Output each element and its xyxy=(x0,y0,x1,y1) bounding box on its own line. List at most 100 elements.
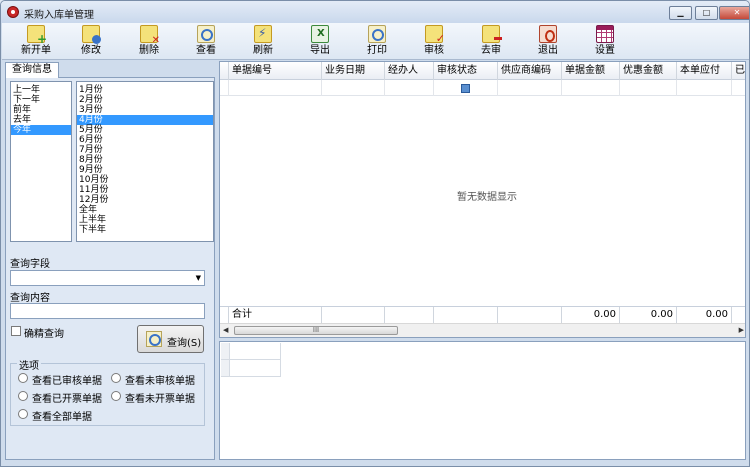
column-header[interactable]: 单据金额 xyxy=(562,62,620,80)
new-order-label: 新开单 xyxy=(21,45,51,56)
minimize-button[interactable]: ▁ xyxy=(669,6,692,20)
excel-export-icon xyxy=(311,25,329,43)
delete-icon xyxy=(140,25,160,46)
column-header[interactable]: 本单应付 xyxy=(677,62,732,80)
edit-button[interactable]: 修改 xyxy=(69,25,113,59)
column-header[interactable]: 业务日期 xyxy=(322,62,385,80)
query-content-input[interactable] xyxy=(10,303,205,319)
month-item[interactable]: 7月份 xyxy=(77,145,213,155)
radio-invoiced[interactable] xyxy=(18,391,28,401)
year-item[interactable]: 去年 xyxy=(11,115,71,125)
month-item[interactable]: 5月份 xyxy=(77,125,213,135)
new-document-icon xyxy=(27,25,47,46)
month-list[interactable]: 1月份 2月份 3月份 4月份 5月份 6月份 7月份 8月份 9月份 10月份… xyxy=(76,81,214,242)
delete-label: 删除 xyxy=(139,45,159,56)
detail-grid[interactable] xyxy=(221,343,281,377)
refresh-icon xyxy=(254,25,272,43)
filter-row[interactable] xyxy=(220,80,745,96)
settings-button[interactable]: 设置 xyxy=(583,25,627,59)
close-button[interactable]: ✕ xyxy=(719,6,749,20)
exact-query-label: 确精查询 xyxy=(24,329,64,340)
title-bar[interactable]: 采购入库单管理 ▁ □ ✕ xyxy=(1,1,749,23)
column-header[interactable]: 优惠金额 xyxy=(620,62,677,80)
audit-label: 审核 xyxy=(424,45,444,56)
month-item[interactable]: 8月份 xyxy=(77,155,213,165)
detail-grid-panel xyxy=(219,341,746,460)
exit-icon xyxy=(539,25,557,43)
column-header[interactable]: 经办人 xyxy=(385,62,434,80)
horizontal-scrollbar[interactable]: ◀ III ▶ xyxy=(220,323,745,337)
total-discount: 0.00 xyxy=(620,307,677,324)
scroll-thumb[interactable]: III xyxy=(234,326,398,335)
tab-query-info[interactable]: 查询信息 xyxy=(5,62,59,78)
month-item[interactable]: 2月份 xyxy=(77,95,213,105)
view-icon xyxy=(197,25,215,43)
exit-button[interactable]: 退出 xyxy=(526,25,570,59)
edit-icon xyxy=(82,25,101,44)
settings-label: 设置 xyxy=(595,45,615,56)
app-logo-icon xyxy=(7,6,19,18)
new-order-button[interactable]: 新开单 xyxy=(14,25,58,59)
scroll-right-icon[interactable]: ▶ xyxy=(739,326,744,334)
query-content-label: 查询内容 xyxy=(10,293,50,304)
radio-uninvoiced[interactable] xyxy=(111,391,121,401)
radio-audited[interactable] xyxy=(18,373,28,383)
year-item-selected[interactable]: 今年 xyxy=(11,125,71,135)
grid-header: 单据编号 业务日期 经办人 审核状态 供应商编码 单据金额 优惠金额 本单应付 … xyxy=(220,62,745,80)
month-item-selected[interactable]: 4月份 xyxy=(77,115,213,125)
month-item[interactable]: 上半年 xyxy=(77,215,213,225)
radio-invoiced-label: 查看已开票单据 xyxy=(32,394,102,405)
export-label: 导出 xyxy=(310,45,330,56)
year-item[interactable]: 前年 xyxy=(11,105,71,115)
audit-status-filter-checkbox[interactable] xyxy=(461,84,470,93)
refresh-button[interactable]: 刷新 xyxy=(241,25,285,59)
total-payable: 0.00 xyxy=(677,307,732,324)
exact-query-checkbox[interactable] xyxy=(11,326,21,336)
total-amount: 0.00 xyxy=(562,307,620,324)
print-button[interactable]: 打印 xyxy=(355,25,399,59)
month-item[interactable]: 12月份 xyxy=(77,195,213,205)
month-item[interactable]: 1月份 xyxy=(77,85,213,95)
delete-button[interactable]: 删除 xyxy=(127,25,171,59)
main-window: 采购入库单管理 ▁ □ ✕ 新开单 修改 删除 查看 刷新 导出 xyxy=(0,0,750,467)
column-header[interactable]: 供应商编码 xyxy=(498,62,562,80)
query-button[interactable]: 查询(S) xyxy=(137,325,204,353)
year-item[interactable]: 上一年 xyxy=(11,85,71,95)
month-item[interactable]: 3月份 xyxy=(77,105,213,115)
radio-all-label: 查看全部单据 xyxy=(32,412,92,423)
year-list[interactable]: 上一年 下一年 前年 去年 今年 xyxy=(10,81,72,242)
year-item[interactable]: 下一年 xyxy=(11,95,71,105)
radio-unaudited[interactable] xyxy=(111,373,121,383)
maximize-button[interactable]: □ xyxy=(695,6,718,20)
month-item[interactable]: 6月份 xyxy=(77,135,213,145)
column-header[interactable]: 审核状态 xyxy=(434,62,498,80)
column-header[interactable]: 单据编号 xyxy=(229,62,322,80)
audit-button[interactable]: 审核 xyxy=(412,25,456,59)
month-item[interactable]: 10月份 xyxy=(77,175,213,185)
empty-message: 暂无数据显示 xyxy=(457,192,517,203)
export-button[interactable]: 导出 xyxy=(298,25,342,59)
month-item[interactable]: 全年 xyxy=(77,205,213,215)
month-item[interactable]: 11月份 xyxy=(77,185,213,195)
column-header[interactable]: 已 xyxy=(732,62,745,80)
radio-all[interactable] xyxy=(18,409,28,419)
print-label: 打印 xyxy=(367,45,387,56)
query-field-select[interactable]: ▼ xyxy=(10,270,205,286)
options-group: 选项 查看已审核单据 查看未审核单据 查看已开票单据 查看未开票单据 查看全部单… xyxy=(10,357,205,426)
radio-unaudited-label: 查看未审核单据 xyxy=(125,376,195,387)
unaudit-icon xyxy=(482,25,502,43)
view-button[interactable]: 查看 xyxy=(184,25,228,59)
totals-label: 合计 xyxy=(229,307,322,324)
scroll-left-icon[interactable]: ◀ xyxy=(223,326,228,334)
radio-uninvoiced-label: 查看未开票单据 xyxy=(125,394,195,405)
unaudit-button[interactable]: 去审 xyxy=(469,25,513,59)
query-panel: 上一年 下一年 前年 去年 今年 1月份 2月份 3月份 4月份 5月份 6月份… xyxy=(5,77,215,460)
month-item[interactable]: 9月份 xyxy=(77,165,213,175)
chevron-down-icon[interactable]: ▼ xyxy=(196,274,201,282)
month-item[interactable]: 下半年 xyxy=(77,225,213,235)
options-title: 选项 xyxy=(17,357,41,372)
audit-icon xyxy=(425,25,445,45)
edit-label: 修改 xyxy=(81,45,101,56)
print-icon xyxy=(368,25,386,43)
toolbar: 新开单 修改 删除 查看 刷新 导出 打印 审核 xyxy=(2,23,749,60)
